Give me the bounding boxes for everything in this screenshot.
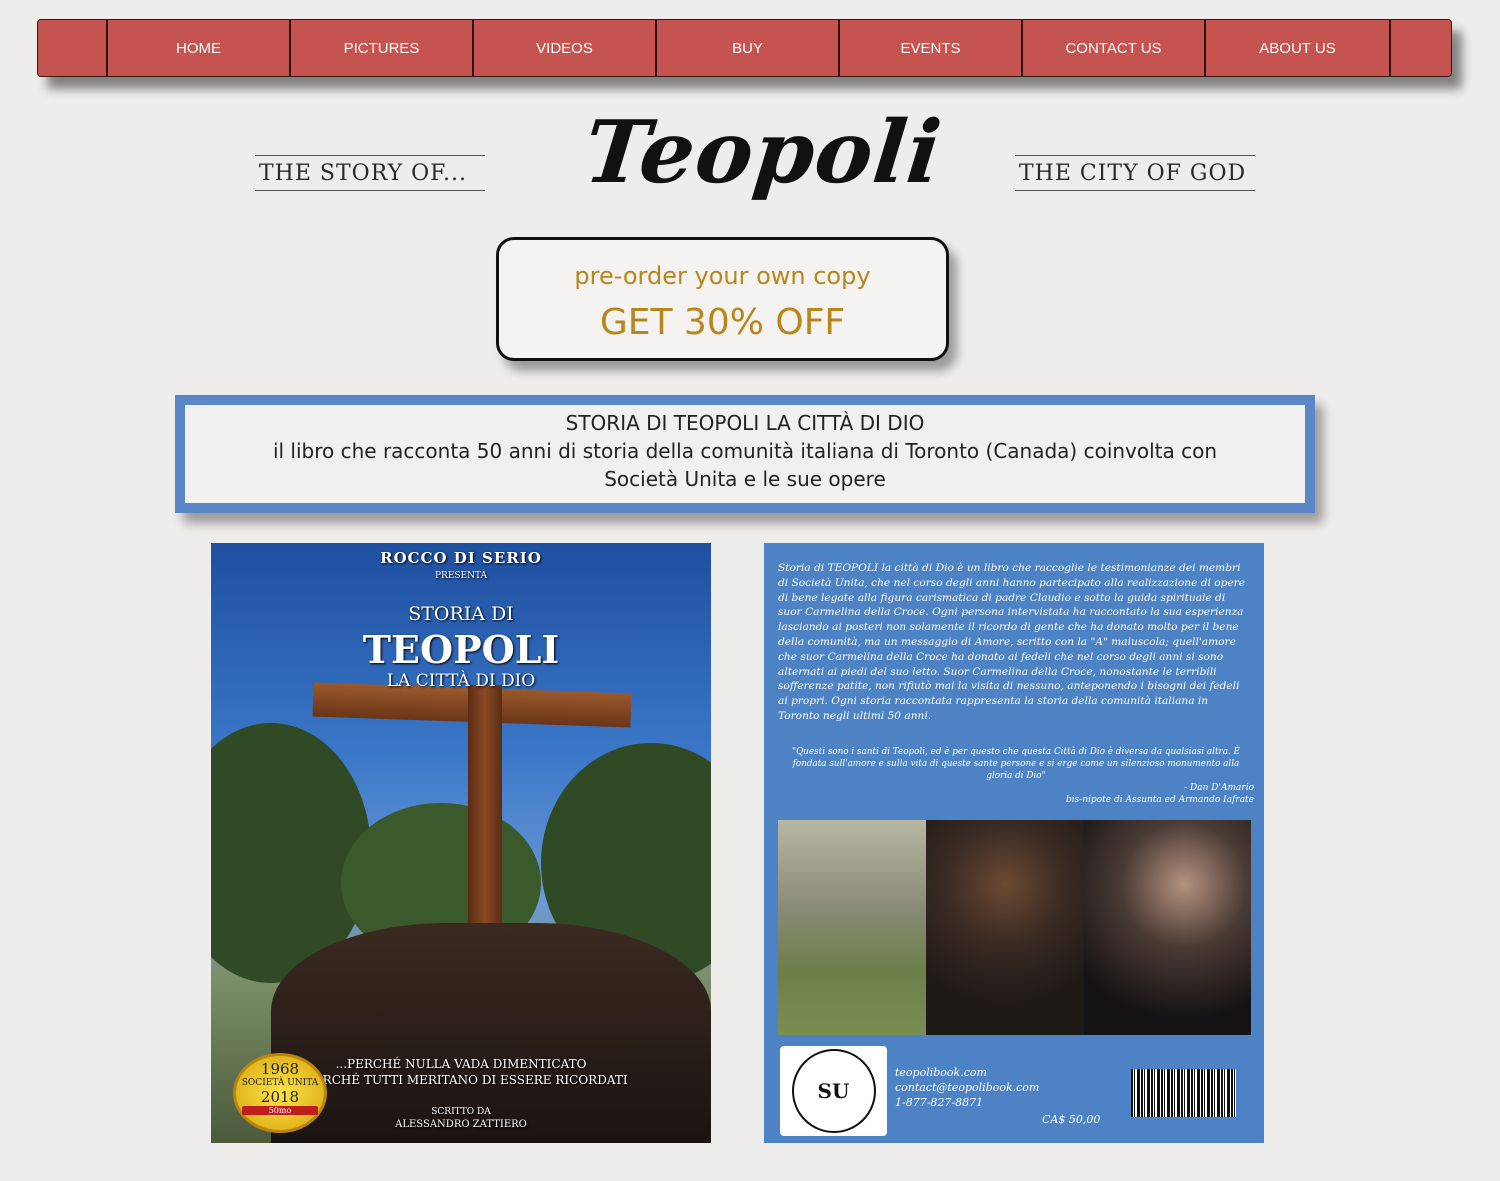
nav-about-us[interactable]: ABOUT US [1206,20,1389,76]
book-price: CA$ 50,00 [1042,1113,1101,1126]
left-tagline: THE STORY OF... [255,155,485,191]
nav-events[interactable]: EVENTS [840,20,1023,76]
quote-attribution: - Dan D'Amario bis-nipote di Assunta ed … [964,782,1254,806]
nav-buy[interactable]: BUY [657,20,840,76]
photo-procession [778,820,926,1035]
quote-author: - Dan D'Amario [1184,783,1254,793]
book-title-box: STORIA DI TEOPOLI LA CITTÀ DI DIO il lib… [175,395,1315,513]
cover-storia: STORIA DI [408,603,514,625]
seal-anniversary: 50mo [242,1106,318,1115]
book-title: STORIA DI TEOPOLI LA CITTÀ DI DIO [565,411,925,435]
anniversary-seal: 1968 SOCIETÀ UNITA 2018 50mo [233,1053,327,1133]
photo-nun [1084,820,1251,1035]
site-logo[interactable]: Teopoli [578,88,947,218]
cover-presenta: PRESENTA [434,571,488,581]
preorder-line1: pre-order your own copy [574,262,871,290]
logo-ring: SU [791,1049,876,1133]
main-nav: HOME PICTURES VIDEOS BUY EVENTS CONTACT … [37,19,1452,77]
back-description: Storia di TEOPOLI la città di Dio è un l… [778,562,1246,722]
photo-priest [926,820,1084,1035]
contact-website: teopolibook.com [895,1066,987,1079]
front-cover-image: ROCCO DI SERIO PRESENTA STORIA DI TEOPOL… [211,543,711,1143]
nav-home[interactable]: HOME [108,20,291,76]
back-photos [778,820,1251,1035]
cover-author: ROCCO DI SERIO [380,549,542,567]
right-tagline: THE CITY OF GOD [1015,155,1255,191]
back-contacts: teopolibook.com contact@teopolibook.com … [895,1065,1039,1110]
back-quote: "Questi sono i santi di Teopoli, ed è pe… [792,747,1240,781]
nav-cap-right [1389,20,1451,76]
nav-contact-us[interactable]: CONTACT US [1023,20,1206,76]
barcode [1131,1069,1236,1117]
nav-pictures[interactable]: PICTURES [291,20,474,76]
cover-citta: LA CITTÀ DI DIO [386,671,536,691]
preorder-button[interactable]: pre-order your own copy GET 30% OFF [496,237,949,361]
seal-name: SOCIETÀ UNITA [241,1078,319,1088]
preorder-discount: GET 30% OFF [599,302,846,343]
nav-videos[interactable]: VIDEOS [474,20,657,76]
book-subtitle: il libro che racconta 50 anni di storia … [272,439,1218,491]
nav-cap-left [38,20,108,76]
seal-year-end: 2018 [260,1088,300,1106]
back-cover-image: Storia di TEOPOLI la città di Dio è un l… [764,543,1264,1143]
quote-author-note: bis-nipote di Assunta ed Armando Iafrate [1066,795,1254,805]
cover-teopoli: TEOPOLI [362,627,560,672]
societa-unita-logo: SU [780,1046,887,1136]
seal-year-start: 1968 [260,1060,300,1078]
contact-email: contact@teopolibook.com [895,1081,1040,1094]
contact-phone: 1-877-827-8871 [895,1096,984,1109]
